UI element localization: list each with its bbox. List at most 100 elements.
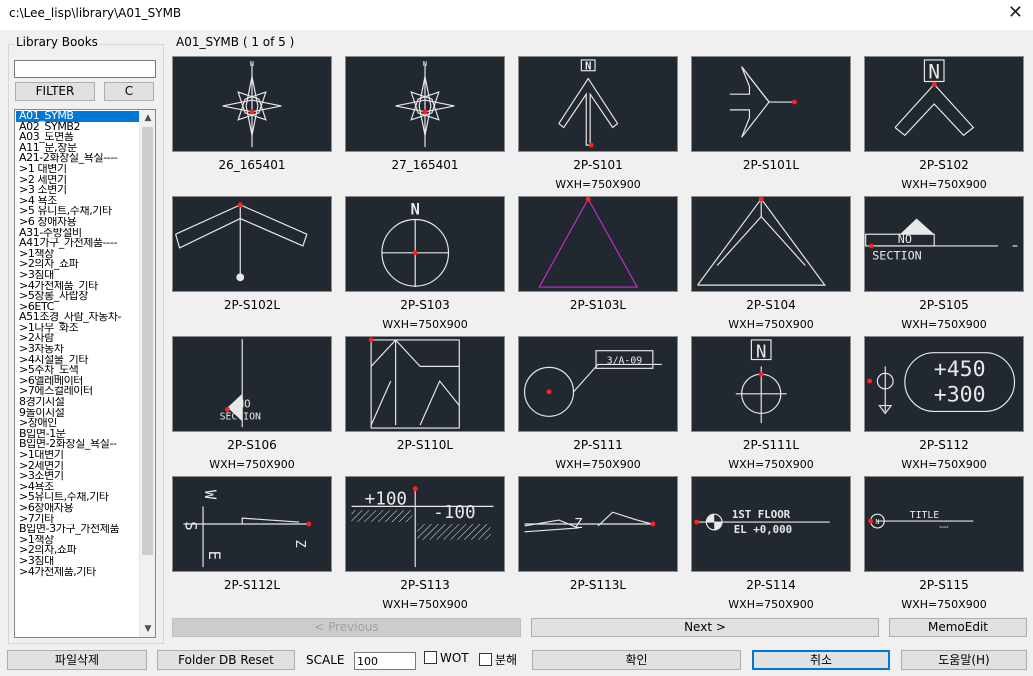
symbol-preview[interactable] xyxy=(518,196,678,292)
filter-button[interactable]: FILTER xyxy=(15,82,95,101)
library-list-item[interactable]: B입면-3가구_가전제품 xyxy=(16,524,140,535)
symbol-preview[interactable]: N xyxy=(691,336,851,432)
library-list-item[interactable]: >6엘레베이터 xyxy=(16,376,140,387)
previous-button[interactable]: < Previous xyxy=(172,618,521,637)
library-list-item[interactable]: >7기타 xyxy=(16,514,140,525)
library-list-item[interactable]: >장애인 xyxy=(16,418,140,429)
library-list-item[interactable]: >2 세면기 xyxy=(16,175,140,186)
symbol-text: W xyxy=(201,490,220,500)
ok-button[interactable]: 확인 xyxy=(532,650,741,670)
symbol-preview[interactable]: 1ST FLOOR EL +0,000 xyxy=(691,476,851,572)
library-list-item[interactable]: >5장롱_사랍장 xyxy=(16,291,140,302)
library-list-item[interactable]: >4가전제품,기타 xyxy=(16,567,140,578)
symbol-preview[interactable]: N xyxy=(864,56,1024,152)
library-list-item[interactable]: >3자동차 xyxy=(16,344,140,355)
symbol-preview[interactable]: N xyxy=(172,56,332,152)
symbol-preview[interactable]: +100 -100 xyxy=(345,476,505,572)
list-scrollbar[interactable]: ▲ ▼ xyxy=(139,110,155,637)
library-list-item[interactable]: >5 유니트,수채,기타 xyxy=(16,206,140,217)
delete-file-button[interactable]: 파일삭제 xyxy=(7,650,147,670)
library-list-item[interactable]: A21-2화장실_욕실---- xyxy=(16,153,140,164)
library-list-item[interactable]: >4시설물_기타 xyxy=(16,355,140,366)
library-list-item[interactable]: >6 장애자용 xyxy=(16,217,140,228)
library-list-item[interactable]: A02_SYMB2 xyxy=(16,122,140,133)
scale-input[interactable] xyxy=(354,652,416,670)
library-list-item[interactable]: >4욕조 xyxy=(16,482,140,493)
library-list-item[interactable]: >4가전제품_기타 xyxy=(16,281,140,292)
library-list-item[interactable]: >3침대 xyxy=(16,556,140,567)
symbol-preview[interactable] xyxy=(172,196,332,292)
insert-point-icon xyxy=(306,521,312,527)
symbol-preview[interactable]: NO SECTION xyxy=(864,196,1024,292)
library-list-item[interactable]: A11_문,창문 xyxy=(16,143,140,154)
symbol-text: NO xyxy=(238,398,251,411)
symbol-text: TITLE xyxy=(910,510,940,521)
symbol-preview[interactable]: N TITLE SCALE xyxy=(864,476,1024,572)
library-list[interactable]: A01_SYMB A02_SYMB2 A03_도면폼 A11_문,창문 A21-2화장실… xyxy=(14,109,156,638)
library-list-item[interactable]: >1대변기 xyxy=(16,450,140,461)
library-list-item[interactable]: >3침대 xyxy=(16,270,140,281)
insert-point-icon xyxy=(225,407,230,412)
symbol-preview[interactable] xyxy=(691,196,851,292)
symbol-preview[interactable]: N xyxy=(345,196,505,292)
library-list-item[interactable]: 9놀이시설 xyxy=(16,408,140,419)
symbol-preview[interactable]: N xyxy=(518,56,678,152)
symbol-preview[interactable] xyxy=(345,336,505,432)
library-list-item[interactable]: >1 대변기 xyxy=(16,164,140,175)
symbol-text: N xyxy=(756,343,767,363)
library-list-item[interactable]: >5주차_도색 xyxy=(16,365,140,376)
library-list-item[interactable]: >4 욕조 xyxy=(16,196,140,207)
library-list-item[interactable]: >7에스컬레이터 xyxy=(16,386,140,397)
symbol-preview[interactable]: 3/A-09 xyxy=(518,336,678,432)
symbol-text: NO xyxy=(898,232,912,246)
library-list-item[interactable]: A51조경_사람_자동차- xyxy=(16,312,140,323)
explode-label: 분해 xyxy=(495,653,518,667)
wot-checkbox[interactable]: WOT xyxy=(424,651,469,665)
scroll-down-icon[interactable]: ▼ xyxy=(140,621,155,637)
symbol-name: 2P-S101L xyxy=(742,158,800,172)
help-button[interactable]: 도움말(H) xyxy=(901,650,1027,670)
wot-checkbox-box[interactable] xyxy=(424,651,437,664)
filter-input[interactable] xyxy=(14,60,156,78)
library-list-item[interactable]: A01_SYMB xyxy=(16,111,140,122)
folder-db-reset-button[interactable]: Folder DB Reset xyxy=(157,650,295,670)
scroll-thumb[interactable] xyxy=(142,127,153,555)
memo-edit-button[interactable]: MemoEdit xyxy=(889,618,1027,637)
library-list-item[interactable]: >2의자,쇼파 xyxy=(16,545,140,556)
library-list-item[interactable]: >1나무_화조 xyxy=(16,323,140,334)
symbol-size: WXH=750X900 xyxy=(209,458,295,471)
symbol-size: WXH=750X900 xyxy=(901,178,987,191)
library-list-item[interactable]: >2사람 xyxy=(16,333,140,344)
library-list-item[interactable]: B입면-2화장실_욕실-- xyxy=(16,439,140,450)
library-list-item[interactable]: >6장애자용 xyxy=(16,503,140,514)
symbol-name: 2P-S114 xyxy=(746,578,796,592)
close-icon[interactable]: ✕ xyxy=(1008,3,1023,23)
library-list-item[interactable]: >2의자_쇼파 xyxy=(16,259,140,270)
explode-checkbox-box[interactable] xyxy=(479,653,492,666)
library-list-item[interactable]: 8경기시설 xyxy=(16,397,140,408)
symbol-preview[interactable] xyxy=(691,56,851,152)
library-list-item[interactable]: A41가구_가전제품---- xyxy=(16,238,140,249)
library-list-item[interactable]: >6ETC xyxy=(16,302,140,313)
library-list-item[interactable]: A03_도면폼 xyxy=(16,132,140,143)
library-list-item[interactable]: >3 소변기 xyxy=(16,185,140,196)
symbol-preview[interactable]: +450 +300 xyxy=(864,336,1024,432)
library-list-item[interactable]: A31-주방설비 xyxy=(16,228,140,239)
library-list-item[interactable]: B입면-1문 xyxy=(16,429,140,440)
cancel-button[interactable]: 취소 xyxy=(752,650,890,670)
symbol-preview[interactable]: N xyxy=(345,56,505,152)
symbol-name: 2P-S112L xyxy=(223,578,281,592)
insert-point-icon xyxy=(237,202,243,208)
explode-checkbox[interactable]: 분해 xyxy=(479,651,517,668)
library-list-item[interactable]: >5유니트,수채,기타 xyxy=(16,492,140,503)
library-list-item[interactable]: >2세면기 xyxy=(16,461,140,472)
library-list-item[interactable]: >1책상 xyxy=(16,249,140,260)
library-list-item[interactable]: >3소변기 xyxy=(16,471,140,482)
symbol-preview[interactable]: NO SECTION xyxy=(172,336,332,432)
scroll-up-icon[interactable]: ▲ xyxy=(140,110,155,126)
next-button[interactable]: Next > xyxy=(531,618,879,637)
library-list-item[interactable]: >1책상 xyxy=(16,535,140,546)
symbol-preview[interactable]: W S E Z xyxy=(172,476,332,572)
clear-filter-button[interactable]: C xyxy=(104,82,154,101)
symbol-preview[interactable]: Z xyxy=(518,476,678,572)
